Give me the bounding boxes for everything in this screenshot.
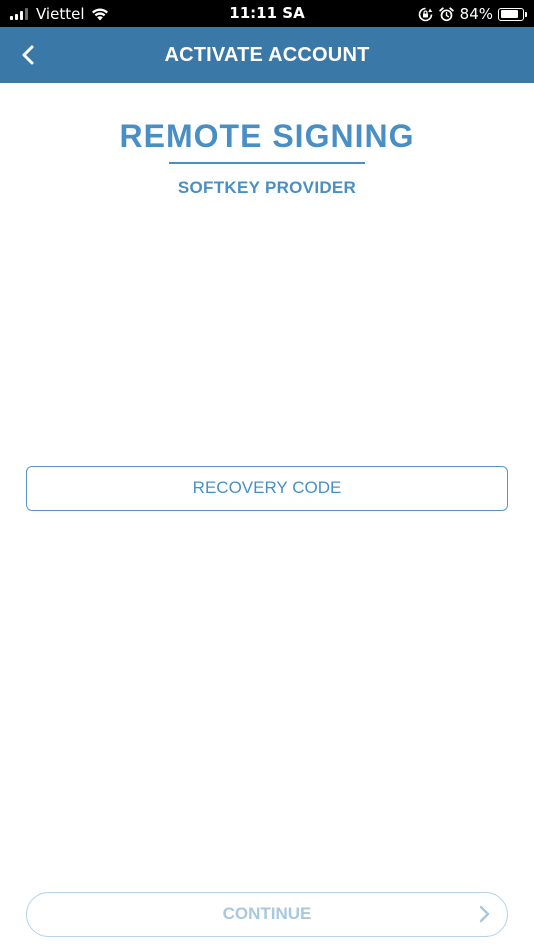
provider-subtitle: SOFTKEY PROVIDER bbox=[177, 178, 357, 197]
battery-percent: 84% bbox=[459, 5, 493, 23]
recovery-code-button[interactable]: RECOVERY CODE bbox=[26, 466, 508, 511]
continue-label: CONTINUE bbox=[222, 904, 312, 923]
status-bar: Viettel 11:11 SA 84% bbox=[0, 0, 534, 27]
battery-level-fill bbox=[500, 10, 519, 18]
continue-button[interactable]: CONTINUE bbox=[26, 892, 508, 937]
page-title: ACTIVATE ACCOUNT bbox=[164, 44, 370, 66]
chevron-right-icon bbox=[479, 905, 490, 923]
status-right: 84% bbox=[418, 4, 527, 24]
orientation-lock-icon bbox=[418, 7, 432, 21]
alarm-icon bbox=[438, 6, 454, 21]
title-divider bbox=[169, 162, 365, 164]
battery-cap bbox=[525, 11, 527, 17]
activate-account-screen: Viettel 11:11 SA 84% ACTIVATE ACCOUNT RE… bbox=[0, 0, 534, 950]
battery-icon bbox=[498, 7, 527, 21]
nav-bar: ACTIVATE ACCOUNT bbox=[0, 27, 534, 83]
remote-signing-title: REMOTE SIGNING bbox=[119, 118, 415, 154]
